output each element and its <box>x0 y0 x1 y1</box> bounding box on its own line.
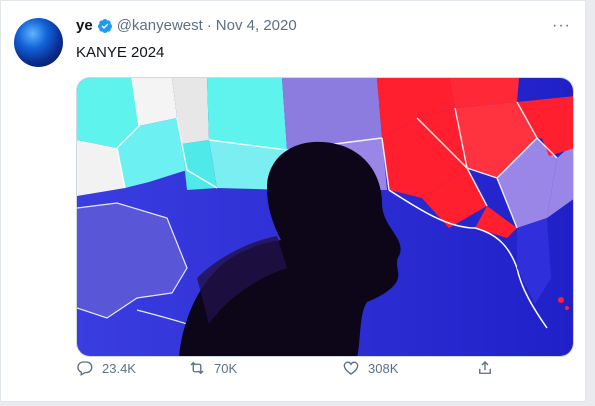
author-handle[interactable]: @kanyewest <box>117 16 203 36</box>
retweet-count: 70K <box>214 360 238 376</box>
tweet-media-image[interactable] <box>76 77 574 357</box>
share-icon <box>479 361 491 374</box>
avatar[interactable] <box>14 18 63 67</box>
tweet-text: KANYE 2024 <box>76 44 165 61</box>
tweet-header: ye @kanyewest · Nov 4, 2020 <box>76 16 297 36</box>
more-options-button[interactable]: ··· <box>552 17 571 35</box>
verified-badge-icon <box>97 19 112 33</box>
heart-icon <box>343 361 359 375</box>
reply-count: 23.4K <box>102 360 136 376</box>
like-button[interactable]: 308K <box>342 359 398 377</box>
retweet-button[interactable]: 70K <box>188 359 237 377</box>
share-button[interactable] <box>476 359 502 377</box>
election-map-photo <box>77 78 573 356</box>
separator-dot: · <box>206 17 212 34</box>
tweet-card[interactable]: ye @kanyewest · Nov 4, 2020 ··· KANYE 20… <box>0 0 586 402</box>
tweet-date[interactable]: Nov 4, 2020 <box>216 16 297 36</box>
like-count: 308K <box>368 360 399 376</box>
retweet-icon <box>190 361 204 375</box>
reply-icon <box>77 361 93 376</box>
reply-button[interactable]: 23.4K <box>76 359 136 377</box>
author-name[interactable]: ye <box>76 16 93 36</box>
